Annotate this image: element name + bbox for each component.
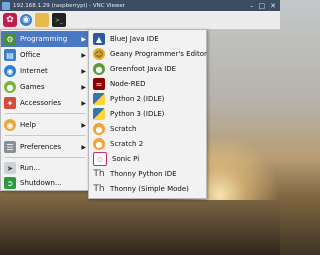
shutdown-icon: ➲ bbox=[4, 177, 16, 189]
chevron-right-icon: ▶ bbox=[81, 83, 86, 91]
menu-item-help[interactable]: ◉ Help ▶ bbox=[1, 117, 89, 133]
terminal-icon[interactable]: >_ bbox=[52, 13, 66, 27]
chevron-right-icon: ▶ bbox=[81, 143, 86, 151]
menu-item-accessories[interactable]: ✦ Accessories ▶ bbox=[1, 95, 89, 111]
submenu-item-scratch[interactable]: ● Scratch bbox=[89, 121, 206, 137]
web-browser-icon[interactable]: ◉ bbox=[20, 14, 32, 26]
wallpaper-field bbox=[0, 200, 280, 255]
sonic-pi-icon: ○ bbox=[93, 152, 107, 166]
submenu-item-scratch2[interactable]: ● Scratch 2 bbox=[89, 136, 206, 152]
geany-icon: ☺ bbox=[93, 48, 105, 60]
raspberry-pi-menu-icon[interactable]: ✿ bbox=[3, 13, 17, 27]
bluej-icon: ▲ bbox=[93, 33, 105, 45]
chevron-right-icon: ▶ bbox=[81, 99, 86, 107]
chevron-right-icon: ▶ bbox=[81, 51, 86, 59]
submenu-item-python2[interactable]: Python 2 (IDLE) bbox=[89, 91, 206, 107]
menu-item-games[interactable]: ● Games ▶ bbox=[1, 79, 89, 95]
greenfoot-icon: ● bbox=[93, 63, 105, 75]
preferences-icon: ☰ bbox=[4, 141, 16, 153]
scratch-icon: ● bbox=[93, 123, 105, 135]
menu-item-preferences[interactable]: ☰ Preferences ▶ bbox=[1, 139, 89, 155]
python-icon bbox=[93, 93, 105, 105]
chevron-right-icon: ▶ bbox=[81, 35, 86, 43]
submenu-item-geany[interactable]: ☺ Geany Programmer's Editor bbox=[89, 46, 207, 62]
programming-submenu: ▲ BlueJ Java IDE ☺ Geany Programmer's Ed… bbox=[88, 29, 207, 199]
vnc-app-icon bbox=[2, 1, 10, 10]
minimize-button[interactable]: – bbox=[250, 2, 254, 10]
submenu-item-python3[interactable]: Python 3 (IDLE) bbox=[89, 106, 206, 122]
menu-item-internet[interactable]: ◉ Internet ▶ bbox=[1, 63, 89, 79]
help-icon: ◉ bbox=[4, 119, 16, 131]
menu-separator bbox=[5, 113, 85, 114]
submenu-item-bluej[interactable]: ▲ BlueJ Java IDE bbox=[89, 31, 206, 47]
submenu-item-sonic-pi[interactable]: ○ Sonic Pi bbox=[89, 151, 206, 167]
menu-item-shutdown[interactable]: ➲ Shutdown... bbox=[1, 175, 89, 191]
menu-separator bbox=[5, 135, 85, 136]
submenu-item-greenfoot[interactable]: ● Greenfoot Java IDE bbox=[89, 61, 206, 77]
close-button[interactable]: ✕ bbox=[270, 2, 276, 10]
thonny-icon: Th bbox=[93, 169, 105, 179]
chevron-right-icon: ▶ bbox=[81, 121, 86, 129]
accessories-icon: ✦ bbox=[4, 97, 16, 109]
games-icon: ● bbox=[4, 81, 16, 93]
submenu-item-thonny-simple[interactable]: Th Thonny (Simple Mode) bbox=[89, 181, 206, 197]
programming-icon: ⚙ bbox=[4, 33, 16, 45]
submenu-item-node-red[interactable]: ≈ Node-RED bbox=[89, 76, 206, 92]
main-menu: ⚙ Programming ▶ ▤ Office ▶ ◉ Internet ▶ … bbox=[0, 29, 90, 191]
python-icon bbox=[93, 108, 105, 120]
menu-separator bbox=[5, 157, 85, 158]
submenu-item-thonny[interactable]: Th Thonny Python IDE bbox=[89, 166, 206, 182]
node-red-icon: ≈ bbox=[93, 78, 105, 90]
thonny-icon: Th bbox=[93, 184, 105, 194]
taskbar: ✿ ◉ >_ bbox=[0, 11, 280, 30]
file-manager-icon[interactable] bbox=[35, 13, 49, 27]
internet-icon: ◉ bbox=[4, 65, 16, 77]
maximize-button[interactable]: □ bbox=[259, 2, 266, 10]
vnc-title-bar: 192.168.1.29 (raspberrypi) - VNC Viewer … bbox=[0, 0, 280, 11]
office-icon: ▤ bbox=[4, 49, 16, 61]
menu-item-run[interactable]: ➤ Run... bbox=[1, 160, 89, 176]
menu-item-office[interactable]: ▤ Office ▶ bbox=[1, 47, 89, 63]
run-icon: ➤ bbox=[4, 162, 16, 174]
menu-item-programming[interactable]: ⚙ Programming ▶ bbox=[1, 31, 89, 47]
window-title: 192.168.1.29 (raspberrypi) - VNC Viewer bbox=[13, 2, 125, 9]
chevron-right-icon: ▶ bbox=[81, 67, 86, 75]
scratch-icon: ● bbox=[93, 138, 105, 150]
